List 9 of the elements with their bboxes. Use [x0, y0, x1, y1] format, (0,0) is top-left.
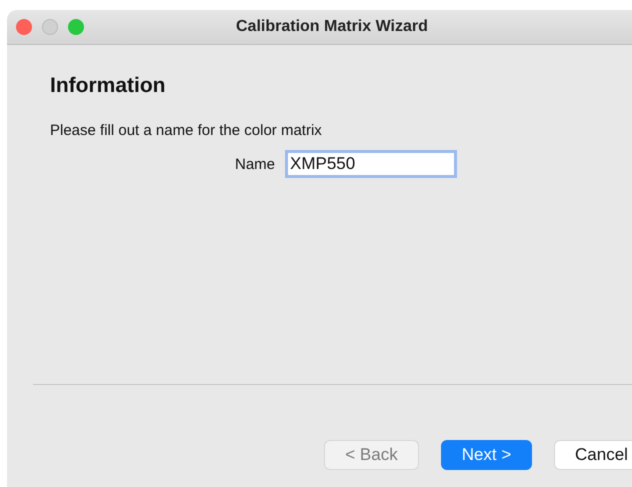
name-field[interactable]: XMP550 — [285, 150, 458, 178]
wizard-button[interactable]: Cancel — [554, 440, 632, 470]
close-icon[interactable] — [16, 19, 32, 35]
wizard-button[interactable]: Next > — [441, 440, 532, 470]
page-heading: Information — [50, 74, 166, 98]
name-label: Name — [235, 156, 276, 172]
zoom-icon[interactable] — [68, 19, 84, 35]
window-title: Calibration Matrix Wizard — [236, 18, 428, 36]
instruction-text: Please fill out a name for the color matrix — [50, 122, 323, 139]
